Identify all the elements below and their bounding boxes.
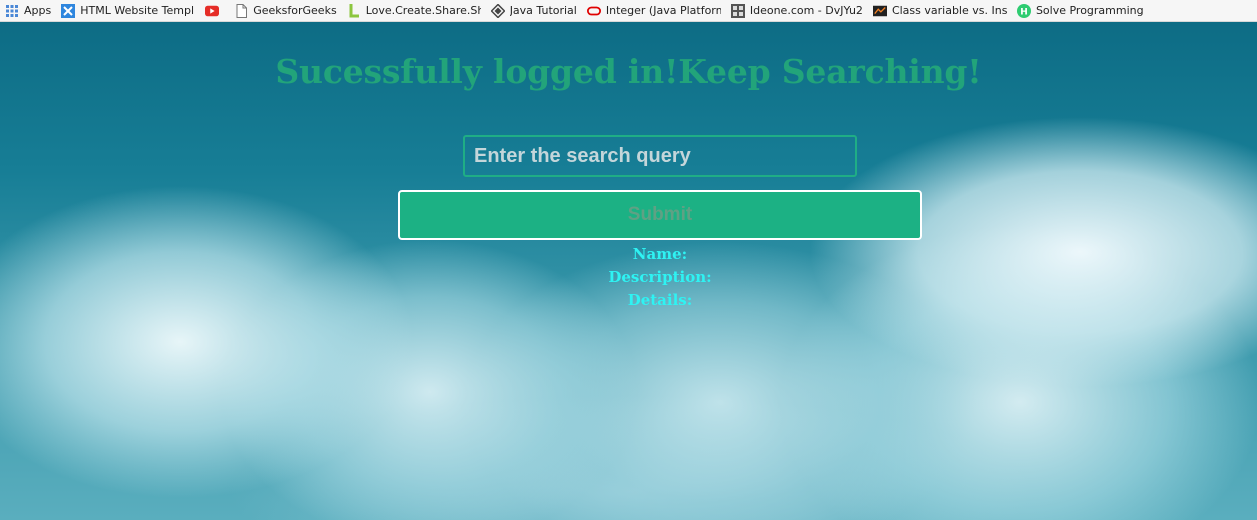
name-label: Name: [632,245,688,263]
bookmark-label: GeeksforGeeks [253,4,337,17]
svg-text:H: H [1020,7,1028,17]
page-icon [234,3,248,18]
bookmark-label: Apps [24,4,52,17]
bookmarks-bar: Apps HTML Website Templ GeeksforGeeks Lo… [0,0,1257,22]
bookmark-label: Solve Programming C [1035,4,1146,17]
bookmark-label: Love.Create.Share.Sho [365,4,481,17]
description-label: Description: [608,268,712,286]
bookmark-label: Class variable vs. Insta [891,4,1007,17]
bookmark-solve-programming[interactable]: H Solve Programming C [1012,0,1151,21]
bookmark-label: HTML Website Templ [80,4,195,17]
bookmark-apps[interactable]: Apps [0,0,56,21]
lcs-logo-icon [347,3,361,18]
apps-grid-icon [5,4,19,18]
bookmark-label: Java Tutorial [509,4,577,17]
hackerearth-icon: H [1016,3,1031,18]
stackoverflow-icon [872,4,887,18]
submit-button[interactable]: Submit [398,190,922,240]
java-tutorial-icon [490,3,505,18]
bookmark-label: Ideone.com - DvJYu2 [749,4,863,17]
bookmark-geeksforgeeks[interactable]: GeeksforGeeks [229,0,341,21]
ideone-icon [730,3,745,18]
youtube-icon [205,4,220,18]
bookmark-html-templates[interactable]: HTML Website Templ [56,0,200,21]
page-background: Sucessfully logged in!Keep Searching! Su… [0,22,1257,520]
bookmark-ideone[interactable]: Ideone.com - DvJYu2 [726,0,868,21]
search-input[interactable] [463,135,857,177]
bookmark-class-variable[interactable]: Class variable vs. Insta [868,0,1012,21]
oracle-icon [586,4,601,18]
bookmark-love-create-share[interactable]: Love.Create.Share.Sho [342,0,486,21]
bookmark-java-tutorial[interactable]: Java Tutorial [486,0,582,21]
details-label: Details: [627,291,693,309]
template-icon [61,3,76,18]
bookmark-youtube[interactable] [200,0,229,21]
bookmark-label: Integer (Java Platform [605,4,721,17]
bookmark-integer-java[interactable]: Integer (Java Platform [582,0,726,21]
page-heading: Sucessfully logged in!Keep Searching! [275,52,982,91]
result-fields: Name: Description: Details: [0,243,1257,312]
